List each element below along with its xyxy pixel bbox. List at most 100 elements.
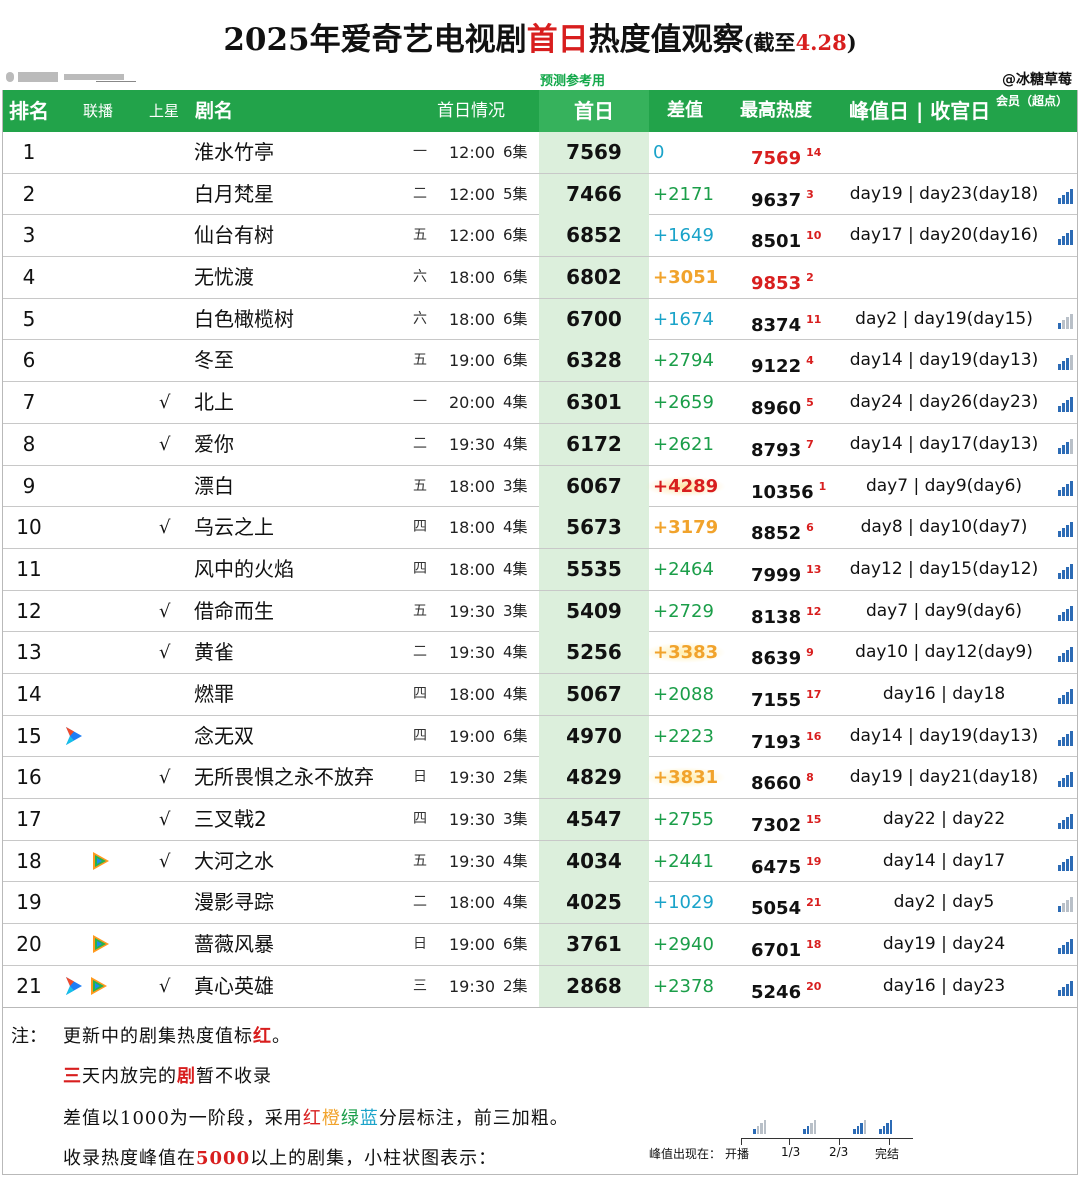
mini-bar <box>1070 772 1073 788</box>
drama-name: 蔷薇风暴 <box>194 932 274 957</box>
episodes-cell: 6集 <box>503 351 528 370</box>
note-text: 三 <box>63 1066 82 1087</box>
note-text: 天内放完的 <box>82 1066 177 1087</box>
peak-day-cell: day24 | day26(day23) <box>849 392 1039 413</box>
platform-icons <box>63 349 123 371</box>
peak-day-cell: day2 | day19(day15) <box>855 308 1033 329</box>
diff-text: +2729 <box>653 600 714 622</box>
mini-bar <box>1058 864 1061 871</box>
mini-bar <box>1058 989 1061 996</box>
tencent-icon <box>87 975 109 997</box>
subtitle-bar: 预测参考用 @冰糖草莓 <box>0 66 1080 90</box>
drama-name: 白色橄榄树 <box>194 306 294 331</box>
mini-bar <box>882 1126 885 1134</box>
mini-bar <box>1062 986 1065 996</box>
time-cell: 18:00 <box>449 893 496 913</box>
mini-bar <box>1062 403 1065 413</box>
episodes-cell: 4集 <box>503 434 528 453</box>
episodes-cell: 4集 <box>503 851 528 870</box>
rank-cell: 8 <box>22 431 36 456</box>
rank-cell: 20 <box>16 932 42 957</box>
platform-icons <box>63 766 123 788</box>
legend-tick <box>839 1138 840 1145</box>
rank-cell: 1 <box>22 140 36 164</box>
table-row: 1 淮水竹亭一 12:00 6集 7569 0 7569 14 <box>3 132 1077 174</box>
table-header: 排名 联播 上星 剧名 首日情况 首日 差值 最高热度 峰值日 | 收官日 会员… <box>3 90 1077 132</box>
drama-name: 漫影寻踪 <box>194 890 274 915</box>
mini-bar <box>1062 820 1065 829</box>
mini-bar <box>1058 906 1061 913</box>
table-row: 4 无忧渡 六 18:00 6集 6802 +3051 9853 2 <box>3 257 1077 299</box>
weekday-cell: 日 <box>413 769 427 786</box>
episodes-cell: 4集 <box>503 684 528 703</box>
max-heat-text: 9853 <box>751 273 802 295</box>
diff-text: +2088 <box>653 683 714 705</box>
first-day-value: 6328 <box>539 340 649 382</box>
first-day-value: 6852 <box>539 215 649 257</box>
mini-bar <box>1066 191 1069 204</box>
rank-cell: 19 <box>16 890 42 915</box>
mini-bar <box>1062 569 1065 579</box>
max-heat-rank: 17 <box>806 687 822 701</box>
mini-bar <box>1062 528 1065 538</box>
max-heat-value: 8501 10 <box>751 215 821 256</box>
mini-bar <box>1062 194 1065 204</box>
first-day-value: 5673 <box>539 507 649 549</box>
peak-position-bars <box>1058 603 1074 621</box>
weekday-cell: 二 <box>413 435 427 452</box>
header-name: 剧名 <box>195 100 234 122</box>
notes-panel: 注： 更新中的剧集热度值标红。 三天内放完的剧暂不收录 差值以1000为一阶段，… <box>2 1008 1078 1175</box>
bar-legend: 峰值出现在： 开播 1/3 2/3 完结 <box>643 1108 933 1168</box>
diff-text: +4289 <box>645 475 727 497</box>
diff-value: +2794 <box>653 340 714 381</box>
table-row: 5 白色橄榄树 六 18:00 6集 6700 +1674 8374 11 day2 | day1… <box>3 298 1077 341</box>
max-heat-text: 8138 <box>751 606 802 628</box>
mini-bar <box>1062 236 1065 246</box>
time-cell: 19:00 <box>449 726 496 746</box>
rank-cell: 5 <box>22 306 36 331</box>
max-heat-text: 8374 <box>751 314 802 336</box>
shangxing-check: √ <box>159 600 171 622</box>
mini-bar <box>853 1129 856 1134</box>
youku-icon <box>63 975 85 997</box>
episodes-cell: 4集 <box>503 893 528 912</box>
max-heat-value: 8660 8 <box>751 757 814 798</box>
max-heat-rank: 15 <box>806 813 822 826</box>
diff-value: 0 <box>653 132 664 173</box>
predict-note: 预测参考用 <box>540 74 606 89</box>
episodes-cell: 4集 <box>503 393 528 412</box>
max-heat-rank: 11 <box>806 312 822 326</box>
mini-bar <box>1058 572 1061 579</box>
max-heat-rank: 19 <box>806 854 822 868</box>
max-heat-rank: 7 <box>806 437 814 451</box>
diff-text: +2223 <box>653 725 714 747</box>
episodes-cell: 6集 <box>503 309 528 328</box>
episodes-cell: 4集 <box>503 559 528 578</box>
peak-day-cell <box>833 132 1055 173</box>
max-heat-rank: 13 <box>806 562 822 576</box>
max-heat-value: 10356 1 <box>751 466 826 507</box>
mini-bar <box>1066 525 1069 538</box>
table-row: 15 念无双 四 19:00 6集 4970 +2223 7193 16 day14 | day1… <box>3 715 1077 758</box>
max-heat-value: 7999 13 <box>751 549 821 590</box>
diff-text: +2441 <box>653 850 714 872</box>
max-heat-text: 8960 <box>751 398 802 420</box>
weekday-cell: 四 <box>413 811 427 827</box>
table-row: 17 √ 三叉戟2 四 19:30 3集 4547 +2755 7302 15 day22 | da… <box>3 799 1077 841</box>
platform-icons <box>63 266 123 288</box>
mini-bar <box>1070 980 1073 996</box>
peak-position-bars <box>1058 519 1074 538</box>
peak-position-bars <box>1058 769 1074 788</box>
note-line-2: 三天内放完的剧暂不收录 <box>63 1062 272 1088</box>
note-text: 5000 <box>196 1148 251 1169</box>
time-cell: 19:30 <box>449 768 496 788</box>
header-max: 最高热度 <box>740 100 812 121</box>
peak-day-cell: day19 | day23(day18) <box>849 183 1039 204</box>
diff-text: +2621 <box>653 433 714 455</box>
platform-icons <box>63 933 123 955</box>
legend-start: 开播 <box>725 1147 750 1161</box>
max-heat-value: 8639 9 <box>751 632 814 673</box>
note-line-3: 差值以1000为一阶段，采用红橙绿蓝分层标注，前三加粗。 <box>63 1104 569 1130</box>
title-date: 4.28 <box>795 30 847 55</box>
peak-day-cell: day19 | day24 <box>882 934 1006 955</box>
